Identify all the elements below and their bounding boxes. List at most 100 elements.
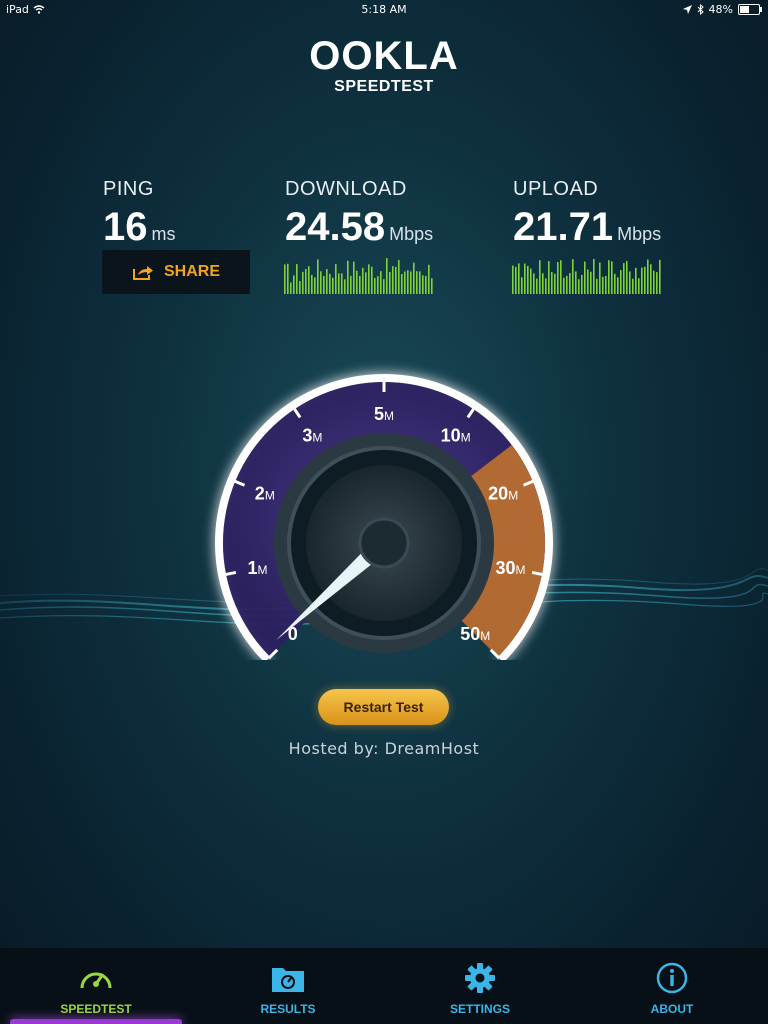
graph-bar bbox=[380, 271, 382, 294]
tab-results[interactable]: RESULTS bbox=[192, 948, 384, 1024]
ping-label: PING bbox=[103, 178, 154, 200]
tab-about[interactable]: ABOUT bbox=[576, 948, 768, 1024]
graph-bar bbox=[653, 270, 655, 294]
graph-bar bbox=[527, 265, 529, 294]
graph-bar bbox=[398, 260, 400, 294]
graph-bar bbox=[641, 267, 643, 294]
graph-bar bbox=[545, 278, 547, 294]
graph-bar bbox=[533, 273, 535, 294]
graph-bar bbox=[425, 275, 427, 294]
info-icon bbox=[656, 962, 688, 994]
graph-bar bbox=[566, 275, 568, 294]
tab-settings[interactable]: SETTINGS bbox=[384, 948, 576, 1024]
status-right: 48% bbox=[682, 3, 762, 16]
graph-bar bbox=[353, 261, 355, 294]
location-arrow-icon bbox=[682, 5, 692, 14]
ping-value-row: 16 ms bbox=[103, 205, 176, 250]
graph-bar bbox=[620, 270, 622, 294]
graph-bar bbox=[329, 273, 331, 294]
graph-bar bbox=[428, 264, 430, 294]
app-logo: OOKLA SPEEDTEST bbox=[0, 34, 768, 96]
graph-bar bbox=[626, 260, 628, 294]
graph-bar bbox=[389, 272, 391, 294]
graph-bar bbox=[308, 266, 310, 294]
tab-speedtest[interactable]: SPEEDTEST bbox=[0, 948, 192, 1024]
gear-icon bbox=[465, 963, 495, 993]
battery-percent: 48% bbox=[708, 3, 733, 16]
tab-about-label: ABOUT bbox=[650, 1002, 694, 1016]
download-graph bbox=[284, 258, 433, 294]
graph-bar bbox=[512, 265, 514, 294]
graph-bar bbox=[575, 271, 577, 294]
graph-bar bbox=[323, 275, 325, 294]
graph-bar bbox=[656, 272, 658, 294]
graph-bar bbox=[383, 279, 385, 294]
upload-label: UPLOAD bbox=[513, 178, 599, 200]
graph-bar bbox=[371, 266, 373, 294]
graph-bar bbox=[644, 266, 646, 294]
restart-test-button[interactable]: Restart Test bbox=[318, 689, 449, 725]
graph-bar bbox=[569, 273, 571, 294]
graph-bar bbox=[572, 259, 574, 294]
graph-bar bbox=[629, 271, 631, 294]
graph-bar bbox=[377, 276, 379, 294]
graph-bar bbox=[584, 261, 586, 294]
graph-bar bbox=[362, 267, 364, 294]
hosted-by-label: Hosted by: DreamHost bbox=[288, 739, 480, 758]
status-time: 5:18 AM bbox=[361, 3, 407, 16]
upload-unit: Mbps bbox=[617, 224, 662, 244]
tab-bar: SPEEDTEST RESULTS SETTINGS ABOUT bbox=[0, 948, 768, 1024]
graph-bar bbox=[338, 273, 340, 294]
graph-bar bbox=[287, 263, 289, 294]
graph-bar bbox=[554, 273, 556, 294]
graph-bar bbox=[320, 271, 322, 294]
gauge-tick-unit: M bbox=[384, 409, 394, 423]
graph-bar bbox=[431, 278, 433, 294]
graph-bar bbox=[647, 259, 649, 294]
graph-bar bbox=[335, 264, 337, 294]
gauge-tick-unit: M bbox=[480, 629, 490, 643]
graph-bar bbox=[404, 271, 406, 294]
graph-bar bbox=[635, 267, 637, 294]
graph-bar bbox=[578, 279, 580, 294]
graph-bar bbox=[395, 266, 397, 294]
graph-bar bbox=[407, 270, 409, 294]
gauge-tick-unit: M bbox=[257, 563, 267, 577]
graph-bar bbox=[284, 264, 286, 294]
tab-speedtest-label: SPEEDTEST bbox=[60, 1002, 132, 1016]
share-icon bbox=[132, 266, 153, 280]
graph-bar bbox=[365, 272, 367, 294]
graph-bar bbox=[332, 277, 334, 294]
graph-bar bbox=[374, 278, 376, 294]
graph-bar bbox=[413, 262, 415, 294]
gauge-tick-unit: M bbox=[312, 431, 322, 445]
graph-bar bbox=[368, 264, 370, 294]
graph-bar bbox=[611, 261, 613, 294]
graph-bar bbox=[401, 273, 403, 294]
graph-bar bbox=[623, 263, 625, 294]
graph-bar bbox=[359, 275, 361, 294]
upload-metric: UPLOAD 21.71 Mbps bbox=[513, 178, 661, 250]
gauge-needle-cap bbox=[358, 517, 410, 569]
graph-bar bbox=[560, 260, 562, 294]
download-unit: Mbps bbox=[389, 224, 434, 244]
upload-value: 21.71 bbox=[513, 205, 614, 249]
download-label: DOWNLOAD bbox=[285, 178, 407, 200]
graph-bar bbox=[422, 275, 424, 294]
graph-bar bbox=[548, 261, 550, 294]
graph-bar bbox=[563, 277, 565, 294]
graph-bar bbox=[551, 271, 553, 294]
share-button[interactable]: SHARE bbox=[102, 250, 250, 294]
upload-graph bbox=[512, 258, 661, 294]
graph-bar bbox=[515, 266, 517, 294]
ping-metric: PING 16 ms bbox=[103, 178, 176, 250]
graph-bar bbox=[599, 262, 601, 294]
graph-bar bbox=[350, 275, 352, 294]
graph-bar bbox=[632, 278, 634, 294]
graph-bar bbox=[521, 277, 523, 294]
status-bar: iPad 5:18 AM 48% bbox=[0, 0, 768, 20]
gauge-tick-unit: M bbox=[265, 489, 275, 503]
graph-bar bbox=[596, 278, 598, 294]
graph-bar bbox=[542, 273, 544, 294]
brand-name: OOKLA bbox=[309, 34, 459, 78]
